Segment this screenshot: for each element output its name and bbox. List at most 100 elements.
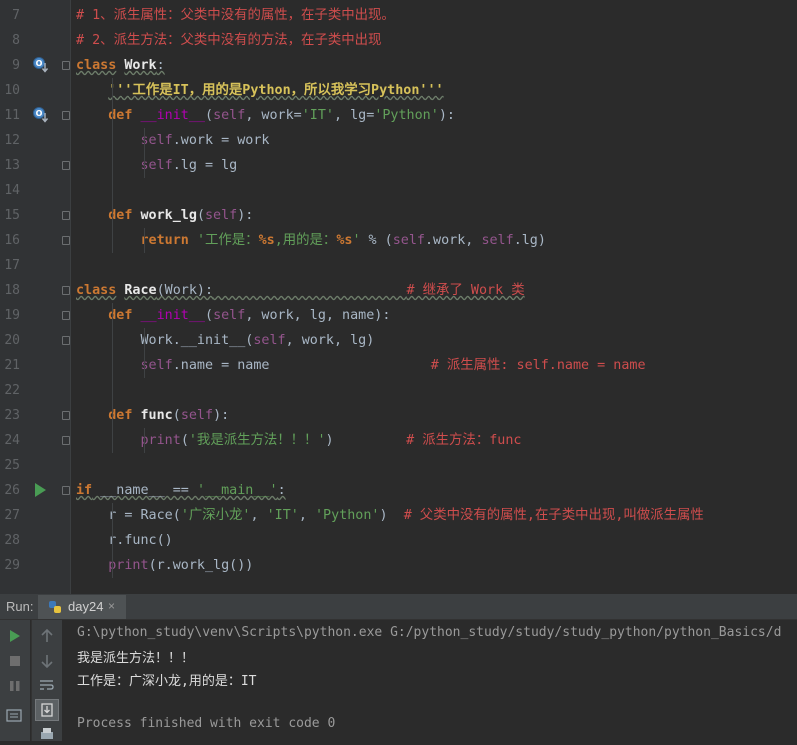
- code-token: self: [213, 308, 246, 323]
- code-token: ': [352, 233, 361, 248]
- code-line[interactable]: print(r.work_lg()): [76, 553, 253, 578]
- code-editor[interactable]: 7 8 9 10 11 12 13 14 15 16 17 18 19 20 21 22 23 24 25 26 27 2…: [0, 0, 797, 594]
- override-icon[interactable]: O: [33, 107, 51, 129]
- code-token: .work = work: [172, 133, 270, 148]
- fold-marker[interactable]: [62, 211, 70, 220]
- fold-marker[interactable]: [62, 486, 70, 495]
- code-token: %s: [258, 233, 275, 248]
- code-token: :: [277, 483, 286, 498]
- code-token: .work,: [425, 233, 482, 248]
- close-icon[interactable]: ×: [108, 599, 115, 613]
- svg-text:O: O: [36, 109, 43, 118]
- code-line[interactable]: def __init__(self, work, lg, name):: [76, 303, 390, 328]
- line-number: 17: [4, 258, 20, 273]
- fold-marker[interactable]: [62, 161, 70, 170]
- code-token: ,用的是：: [274, 233, 337, 248]
- tab-label: day24: [68, 599, 104, 614]
- code-line[interactable]: self.work = work: [76, 128, 270, 153]
- code-line[interactable]: class Race(Work): # 继承了 Work 类: [76, 278, 525, 303]
- pause-icon[interactable]: [8, 678, 22, 697]
- fold-marker[interactable]: [62, 236, 70, 245]
- code-token: .name = name: [172, 358, 431, 373]
- line-number-gutter: 7 8 9 10 11 12 13 14 15 16 17 18 19 20 21 22 23 24 25 26 27 2…: [0, 0, 71, 594]
- code-token: .lg = lg: [172, 158, 238, 173]
- print-icon[interactable]: [40, 726, 54, 745]
- code-token: '__main__': [196, 483, 278, 498]
- code-token: self: [180, 408, 214, 423]
- line-number: 16: [4, 233, 20, 248]
- fold-marker[interactable]: [62, 61, 70, 70]
- code-token: func: [140, 408, 173, 423]
- down-arrow-icon[interactable]: [40, 653, 54, 672]
- override-icon[interactable]: O: [33, 57, 51, 79]
- code-token: (Work):: [156, 283, 214, 298]
- code-token: __init__: [140, 308, 206, 323]
- run-panel: Run: day24 × G:\python_study\venv\Script…: [0, 594, 797, 741]
- code-token: '我是派生方法！！！': [188, 433, 326, 448]
- indent-guide: [144, 328, 145, 378]
- line-number: 21: [4, 358, 20, 373]
- fold-marker[interactable]: [62, 111, 70, 120]
- code-token: print: [108, 558, 149, 573]
- run-toolbar-right: [31, 620, 62, 741]
- soft-wrap-icon[interactable]: [39, 677, 55, 696]
- code-token: % (: [360, 233, 393, 248]
- indent-guide: [144, 228, 145, 253]
- code-token: ):: [438, 108, 455, 123]
- code-token: '广深小龙': [180, 508, 251, 523]
- code-line[interactable]: # 2、派生方法：父类中没有的方法，在子类中出现: [76, 28, 381, 53]
- code-token: ,: [298, 508, 315, 523]
- code-line[interactable]: r.func(): [76, 528, 173, 553]
- code-token: Work: [124, 58, 157, 73]
- code-token: '''工作是IT，用的是Python，所以我学习Python''': [108, 83, 444, 98]
- python-icon: [48, 600, 63, 619]
- line-number: 13: [4, 158, 20, 173]
- fold-marker[interactable]: [62, 436, 70, 445]
- indent-guide: [144, 128, 145, 178]
- line-number: 10: [4, 83, 20, 98]
- fold-marker[interactable]: [62, 411, 70, 420]
- code-line[interactable]: class Work:: [76, 53, 165, 78]
- dump-threads-icon[interactable]: [6, 708, 22, 727]
- code-token: class: [76, 283, 117, 298]
- code-line[interactable]: print('我是派生方法！！！') # 派生方法：func: [76, 428, 522, 453]
- run-arrow-icon[interactable]: [34, 482, 48, 502]
- tab-day24[interactable]: day24 ×: [38, 595, 126, 619]
- code-token: __name__ ==: [92, 483, 197, 498]
- code-line[interactable]: Work.__init__(self, work, lg): [76, 328, 375, 353]
- code-line[interactable]: self.lg = lg: [76, 153, 238, 178]
- code-line[interactable]: r = Race('广深小龙', 'IT', 'Python') # 父类中没有…: [76, 503, 704, 528]
- code-line[interactable]: if __name__ == '__main__':: [76, 478, 286, 503]
- code-token: # 1、派生属性：父类中没有的属性，在子类中出现。: [76, 8, 395, 23]
- code-line[interactable]: def work_lg(self):: [76, 203, 253, 228]
- code-token: ): [379, 508, 404, 523]
- rerun-icon[interactable]: [8, 628, 22, 647]
- code-line[interactable]: '''工作是IT，用的是Python，所以我学习Python''': [76, 78, 444, 103]
- line-number: 14: [4, 183, 20, 198]
- code-line[interactable]: # 1、派生属性：父类中没有的属性，在子类中出现。: [76, 3, 395, 28]
- code-token: # 派生方法：func: [406, 433, 522, 448]
- code-line[interactable]: self.name = name # 派生属性: self.name = nam…: [76, 353, 646, 378]
- scroll-to-end-icon[interactable]: [35, 699, 59, 721]
- fold-marker[interactable]: [62, 286, 70, 295]
- code-token: __init__: [140, 108, 206, 123]
- code-token: print: [140, 433, 181, 448]
- code-line[interactable]: def func(self):: [76, 403, 229, 428]
- code-token: :: [156, 58, 165, 73]
- code-line[interactable]: return '工作是：%s,用的是：%s' % (self.work, sel…: [76, 228, 546, 253]
- stop-icon[interactable]: [8, 653, 22, 672]
- run-toolbar-left: [0, 620, 30, 741]
- code-token: self: [140, 158, 173, 173]
- up-arrow-icon[interactable]: [40, 628, 54, 647]
- indent-guide: [144, 428, 145, 453]
- code-line[interactable]: def __init__(self, work='IT', lg='Python…: [76, 103, 455, 128]
- fold-marker[interactable]: [62, 311, 70, 320]
- fold-marker[interactable]: [62, 336, 70, 345]
